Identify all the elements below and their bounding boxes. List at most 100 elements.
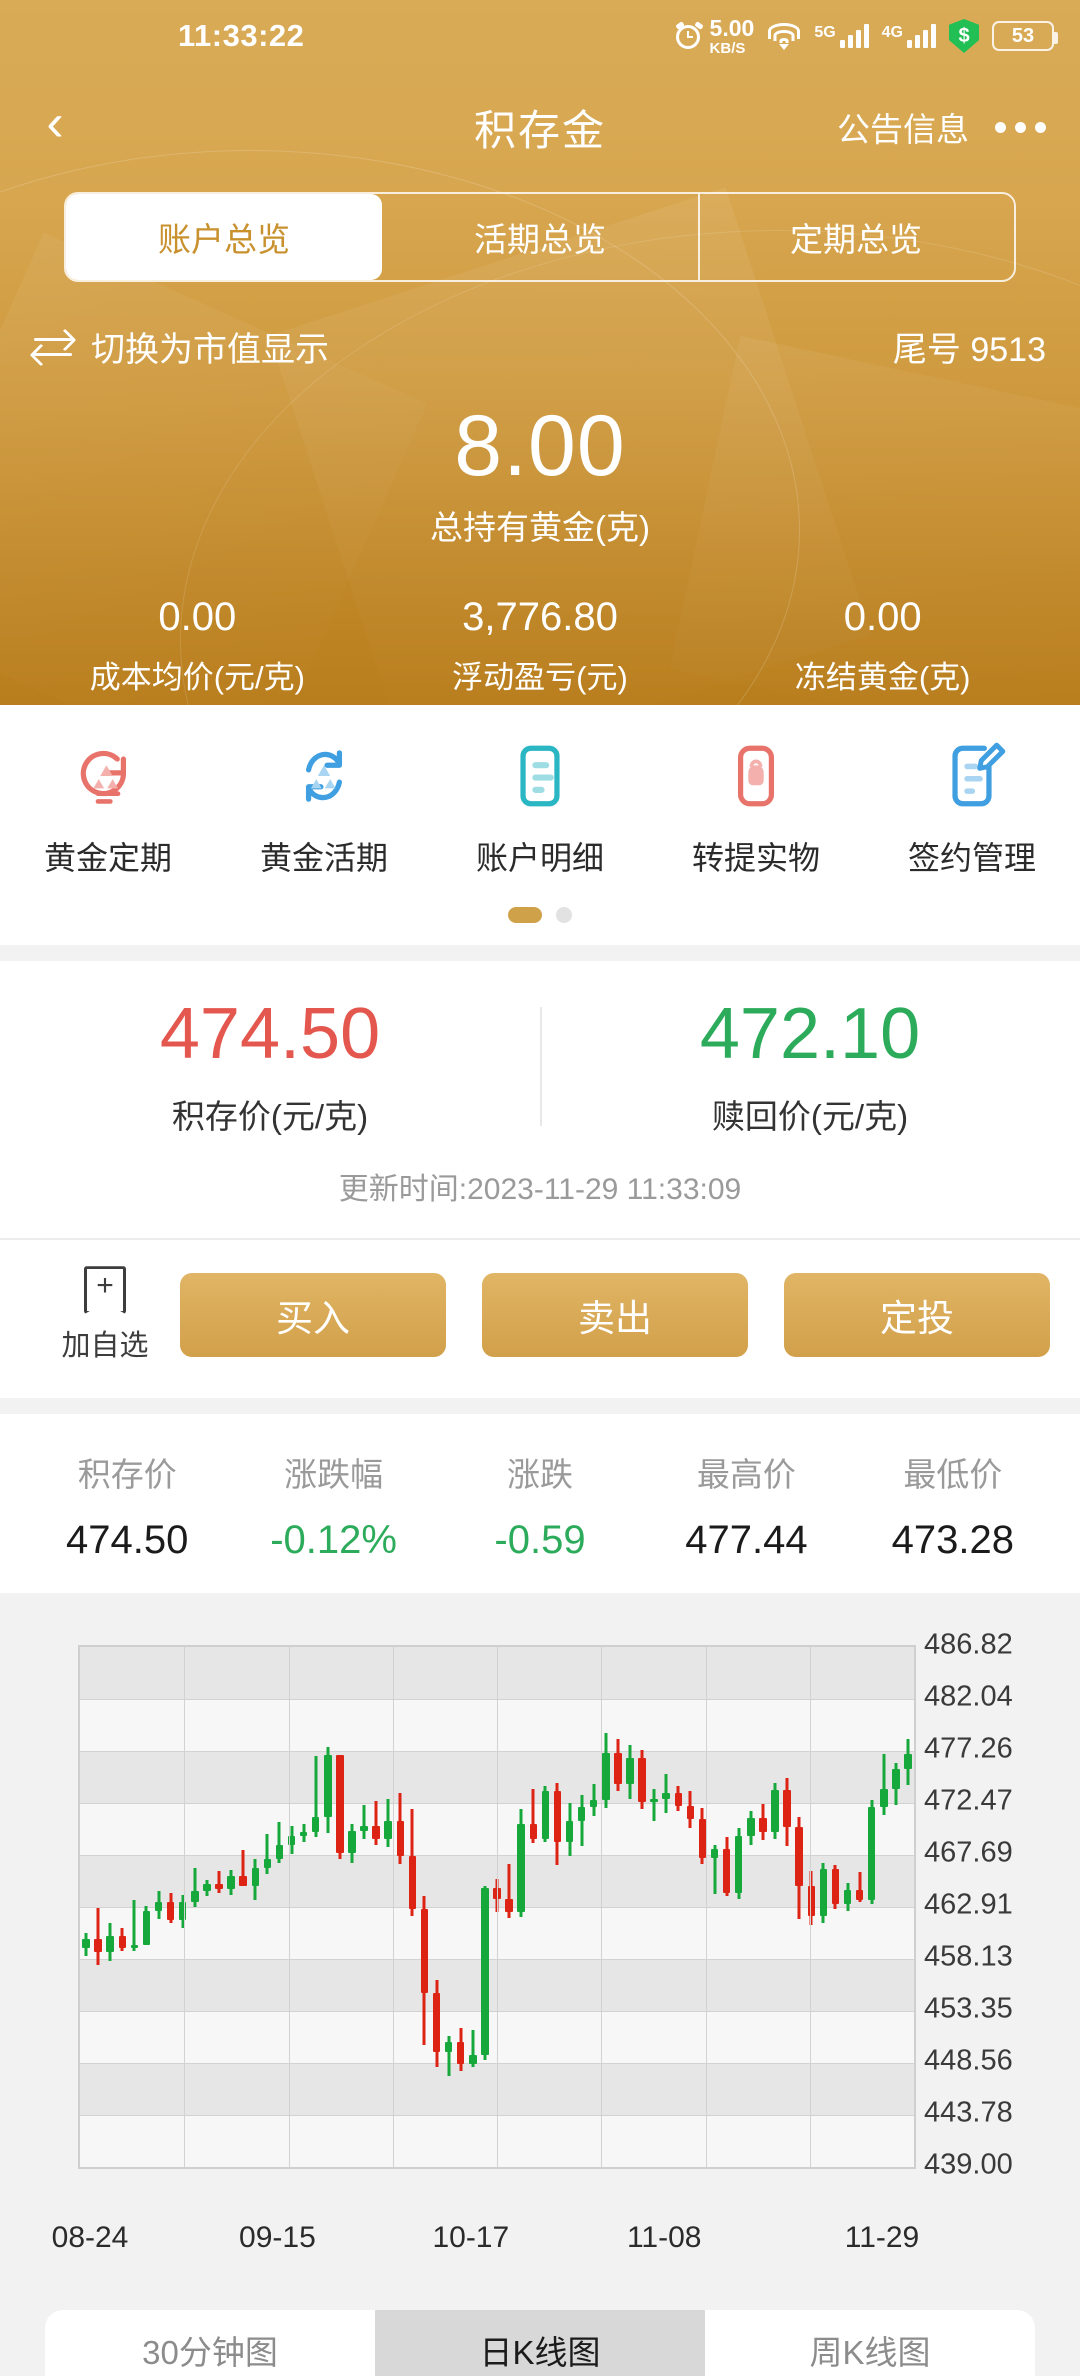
quick-action-label: 黄金活期 (259, 840, 388, 876)
candlestick (372, 1647, 380, 2167)
stat-value-cell: 473.28 (891, 1518, 1014, 1563)
candlestick (396, 1647, 405, 2167)
candlestick-body (577, 1807, 586, 1822)
quick-action-account-details[interactable]: 账户明细 (432, 739, 648, 879)
quick-action-label: 账户明细 (475, 840, 604, 876)
candlestick (227, 1647, 235, 2167)
candlestick (154, 1647, 163, 2167)
status-bar-clock: 11:33:22 (178, 18, 305, 53)
plan-invest-button[interactable]: 定投 (784, 1273, 1050, 1358)
quick-actions-panel: 黄金定期 黄金活期 账户明细 转提实物 签约管理 (0, 705, 1080, 945)
page-dot-active[interactable] (508, 907, 542, 923)
candlestick (420, 1647, 429, 2167)
tab-daily-k-chart[interactable]: 日K线图 (375, 2310, 705, 2376)
back-button[interactable]: ‹ (0, 97, 110, 157)
candlestick-body (759, 1818, 767, 1833)
chart-y-tick-label: 486.82 (924, 1628, 1013, 1661)
candlestick-body (602, 1752, 610, 1800)
chart-gridline-vertical (288, 1647, 290, 2168)
candlestick-body (541, 1790, 550, 1839)
tab-30min-chart[interactable]: 30分钟图 (45, 2310, 375, 2376)
deposit-price-block: 474.50 积存价(元/克) (0, 994, 540, 1138)
candlestick-body (203, 1884, 211, 1891)
chart-y-tick-label: 472.47 (924, 1784, 1013, 1817)
candlestick-body (348, 1831, 356, 1853)
candlestick-body (614, 1752, 622, 1785)
tab-account-overview[interactable]: 账户总览 (66, 194, 382, 280)
navigation-bar: ‹ 积存金 公告信息 (0, 72, 1080, 182)
page-dot[interactable] (556, 907, 572, 923)
notice-button[interactable]: 公告信息 (837, 103, 969, 151)
candlestick (348, 1647, 356, 2167)
add-favorite-button[interactable]: + 加自选 (30, 1266, 180, 1364)
candlestick-body (106, 1935, 114, 1952)
deposit-price-label: 积存价(元/克) (171, 1098, 369, 1136)
redeem-price-label: 赎回价(元/克) (711, 1098, 909, 1136)
candlestick-body (336, 1755, 344, 1853)
candlestick-body (154, 1901, 163, 1911)
sell-button[interactable]: 卖出 (482, 1273, 748, 1358)
candlestick (662, 1647, 670, 2167)
candlestick (867, 1647, 876, 2167)
candlestick-wick (362, 1805, 366, 1839)
chart-plot-area (78, 1645, 916, 2170)
chart-x-tick-label: 11-29 (844, 2221, 920, 2255)
more-options-icon[interactable] (991, 116, 1050, 139)
physical-delivery-icon (737, 745, 775, 807)
gold-demand-icon (305, 750, 343, 802)
candlestick (275, 1647, 284, 2167)
candlestick (880, 1647, 888, 2167)
tab-weekly-k-chart[interactable]: 周K线图 (705, 2310, 1035, 2376)
candlestick (614, 1647, 622, 2167)
chart-y-tick-label: 467.69 (924, 1836, 1013, 1869)
candlestick (263, 1647, 272, 2167)
alarm-icon (674, 20, 704, 50)
candlestick-body (142, 1910, 151, 1946)
candlestick (626, 1647, 634, 2167)
gold-fixed-term-icon (80, 750, 127, 804)
stat-frozen-gold: 0.00 冻结黄金(克) (711, 595, 1054, 697)
balance-label: 总持有黄金(克) (430, 509, 650, 547)
battery-icon: 53 (992, 21, 1058, 51)
candlestick (142, 1647, 151, 2167)
stat-label: 成本均价(元/克) (89, 660, 305, 696)
candlestick (529, 1647, 537, 2167)
candlestick (904, 1647, 912, 2167)
candlestick-chart[interactable]: 486.82 482.04 477.26 472.47 467.69 462.91 458.… (0, 1615, 1080, 2215)
tab-demand-overview[interactable]: 活期总览 (382, 194, 698, 280)
add-favorite-label: 加自选 (61, 1330, 149, 1363)
quick-action-physical-delivery[interactable]: 转提实物 (648, 739, 864, 879)
candlestick-body (432, 1993, 441, 2052)
stat-floating-pnl: 3,776.80 浮动盈亏(元) (369, 595, 712, 697)
net-speed-unit: KB/S (709, 39, 746, 57)
status-bar-icons: 5.00 KB/S 5G 4G $ 53 (674, 16, 1058, 57)
candlestick (456, 1647, 465, 2167)
candlestick-wick (132, 1899, 136, 1951)
candlestick-body (892, 1769, 900, 1789)
buy-button[interactable]: 买入 (180, 1273, 446, 1358)
quick-action-gold-fixed-term[interactable]: 黄金定期 (0, 739, 216, 879)
deposit-price-value: 474.50 (159, 994, 381, 1074)
candlestick (674, 1647, 683, 2167)
candlestick-body (396, 1821, 405, 1857)
total-balance: 8.00 总持有黄金(克) (0, 401, 1080, 549)
chart-gridline-vertical (184, 1647, 186, 2168)
candlestick-body (843, 1889, 852, 1905)
redeem-price-value: 472.10 (699, 994, 921, 1074)
chart-x-tick-label: 08-24 (51, 2221, 129, 2255)
quick-action-gold-demand[interactable]: 黄金活期 (216, 739, 432, 879)
candlestick (807, 1647, 815, 2167)
candlestick-wick (96, 1908, 100, 1965)
stat-cost-average: 0.00 成本均价(元/克) (26, 595, 369, 697)
candlestick-body (94, 1938, 102, 1952)
tab-fixed-overview[interactable]: 定期总览 (698, 194, 1014, 280)
candlestick-body (662, 1793, 670, 1799)
quick-action-contract-management[interactable]: 签约管理 (864, 739, 1080, 879)
display-switch-row: 切换为市值显示 尾号 9513 (0, 322, 1080, 371)
candlestick-body (710, 1848, 719, 1859)
stat-table-row: 474.50 -0.12% -0.59 477.44 473.28 (24, 1518, 1056, 1563)
stat-header-cell: 最低价 (903, 1456, 1003, 1494)
stat-value: 3,776.80 (462, 595, 618, 640)
candlestick (892, 1647, 900, 2167)
switch-to-market-value-button[interactable]: 切换为市值显示 (34, 322, 329, 371)
